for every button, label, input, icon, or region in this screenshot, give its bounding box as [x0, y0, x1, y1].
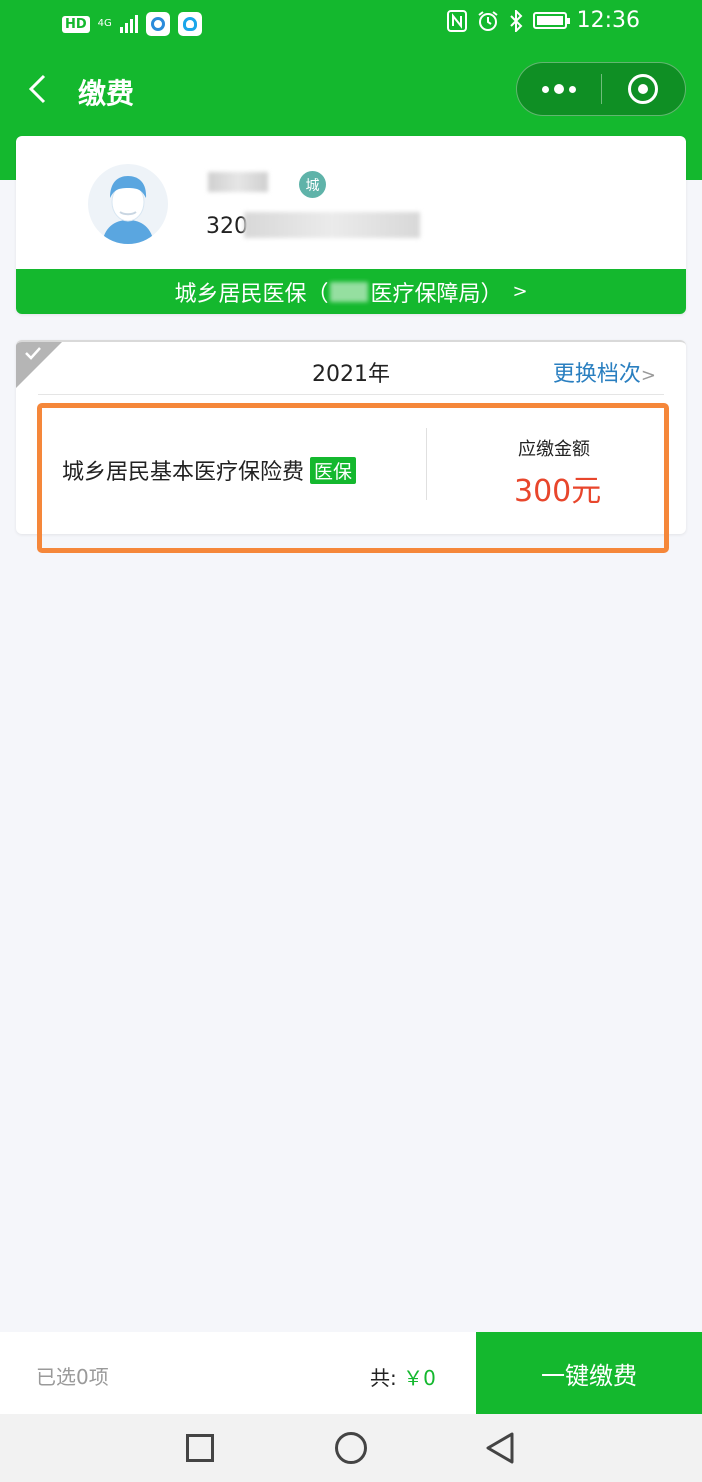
- signal-icon: [119, 15, 138, 33]
- chevron-right-icon: >: [512, 281, 528, 302]
- change-tier-link[interactable]: 更换档次>: [553, 356, 656, 388]
- browser-app-icon: [145, 12, 170, 36]
- bluetooth-icon: [509, 9, 523, 32]
- navigation-bar: 缴费: [0, 60, 702, 120]
- system-back-icon[interactable]: [484, 1431, 516, 1465]
- battery-icon: [532, 12, 570, 29]
- miniprogram-capsule: [516, 62, 686, 116]
- insurance-text-suffix: 医疗保障局）: [370, 281, 503, 307]
- hd-badge: HD: [62, 15, 90, 33]
- region-redacted: [330, 281, 369, 302]
- name-redacted: [208, 172, 268, 192]
- selected-count: 已选0项: [36, 1365, 109, 1389]
- total-summary: 共: ￥0: [370, 1362, 436, 1391]
- bottom-bar: 已选0项 共: ￥0 一键缴费: [0, 1332, 702, 1414]
- chevron-right-icon: >: [640, 365, 656, 386]
- total-label: 共:: [370, 1366, 397, 1390]
- alarm-icon: [477, 10, 498, 31]
- urban-badge: 城: [299, 171, 326, 198]
- status-bar: HD 4G 12:36: [0, 0, 702, 48]
- home-icon[interactable]: [335, 1432, 367, 1464]
- insurance-text-prefix: 城乡居民医保（: [174, 281, 329, 307]
- page-title: 缴费: [78, 77, 135, 110]
- tips-app-icon: [177, 12, 202, 36]
- network-type: 4G: [97, 18, 112, 29]
- id-number: 320: [206, 214, 248, 239]
- avatar: [88, 164, 168, 244]
- more-menu-icon[interactable]: [517, 84, 601, 94]
- highlight-box: [37, 403, 669, 553]
- back-arrow-icon[interactable]: [26, 74, 52, 104]
- recent-apps-icon[interactable]: [186, 1434, 214, 1462]
- status-time: 12:36: [576, 8, 640, 33]
- system-navigation-bar: [0, 1414, 702, 1482]
- total-amount: ￥0: [403, 1366, 436, 1390]
- profile-card: 城 320 城乡居民医保（ 医疗保障局） >: [16, 136, 686, 314]
- change-tier-label: 更换档次: [552, 362, 641, 387]
- nfc-icon: [446, 9, 467, 32]
- one-click-pay-button[interactable]: 一键缴费: [476, 1332, 702, 1414]
- divider: [38, 394, 664, 395]
- id-number-redacted: [244, 212, 420, 238]
- close-miniprogram-icon[interactable]: [602, 74, 686, 104]
- insurance-type-link[interactable]: 城乡居民医保（ 医疗保障局） >: [16, 269, 686, 314]
